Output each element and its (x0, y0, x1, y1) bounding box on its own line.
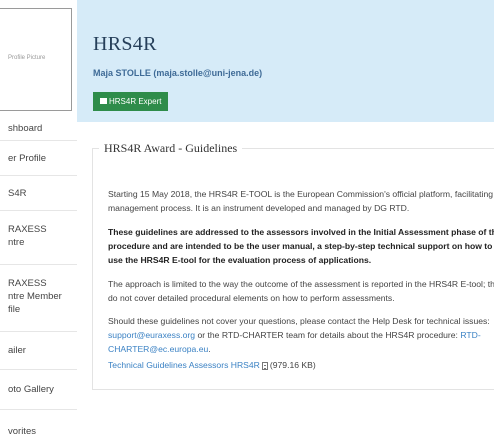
sidebar-item-user-profile[interactable]: er Profile (0, 141, 77, 176)
file-size: (979.16 KB) (269, 360, 316, 370)
sidebar-item-hrs4r[interactable]: S4R (0, 176, 77, 211)
guidelines-purpose-paragraph: These guidelines are addressed to the as… (108, 227, 494, 265)
page-title: HRS4R (93, 33, 157, 55)
sidebar: Profile Picture shboard er Profile S4R R… (0, 0, 77, 440)
user-name-email: Maja STOLLE (maja.stolle@uni-jena.de) (93, 68, 263, 78)
rtd-charter-email-link[interactable]: RTD- (460, 330, 480, 340)
download-row: Technical Guidelines Assessors HRS4R (979… (108, 358, 494, 372)
sidebar-item-favorites[interactable]: vorites (0, 410, 77, 440)
section-title: HRS4R Award - Guidelines (99, 141, 243, 156)
rtd-charter-email-link-cont[interactable]: CHARTER@ec.europa.eu (108, 344, 208, 354)
intro-paragraph: Starting 15 May 2018, the HRS4R E-TOOL i… (108, 189, 494, 213)
sidebar-item-photo-gallery[interactable]: oto Gallery (0, 370, 77, 410)
helpdesk-email-link[interactable]: support@euraxess.org (108, 330, 195, 340)
sidebar-item-euraxess-centre[interactable]: RAXESS ntre (0, 211, 77, 265)
sidebar-item-dashboard[interactable]: shboard (0, 115, 77, 141)
hrs4r-expert-label: HRS4R Expert (109, 97, 162, 106)
profile-picture-placeholder: Profile Picture (8, 55, 46, 61)
hrs4r-expert-button[interactable]: HRS4R Expert (93, 92, 169, 111)
technical-guidelines-download-link[interactable]: Technical Guidelines Assessors HRS4R (108, 360, 260, 370)
sidebar-nav: shboard er Profile S4R RAXESS ntre RAXES… (0, 115, 77, 440)
sidebar-item-mailer[interactable]: ailer (0, 332, 77, 370)
page-header: HRS4R Maja STOLLE (maja.stolle@uni-jena.… (77, 0, 494, 122)
contact-paragraph: Should these guidelines not cover your q… (108, 316, 490, 354)
list-icon (100, 97, 107, 104)
approach-paragraph: The approach is limited to the way the o… (108, 279, 494, 303)
document-icon (261, 361, 268, 370)
sidebar-item-euraxess-centre-member-profile[interactable]: RAXESS ntre Member file (0, 265, 77, 332)
profile-picture[interactable]: Profile Picture (0, 8, 72, 111)
